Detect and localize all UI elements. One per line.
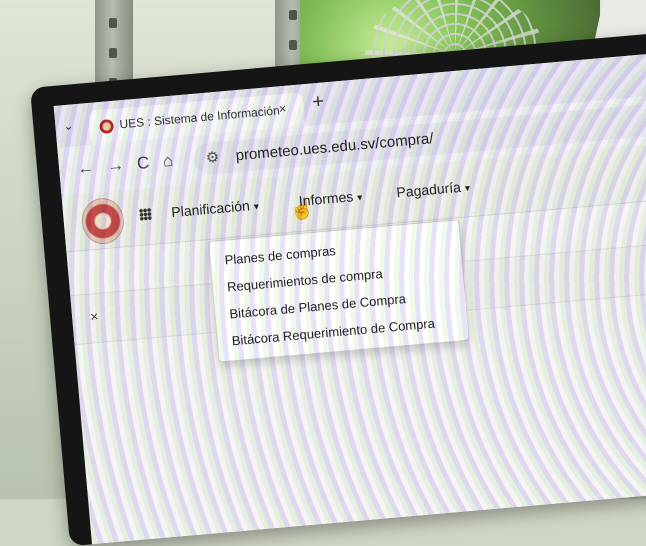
chevron-down-icon[interactable]: ⌄ xyxy=(63,118,74,133)
menu-label: Planificación xyxy=(170,197,251,221)
caret-down-icon: ▾ xyxy=(356,192,363,204)
menu-label: Pagaduría xyxy=(395,178,462,201)
back-icon[interactable]: ← xyxy=(76,158,95,179)
menu-planificacion[interactable]: Planificación ▾ xyxy=(170,197,260,221)
close-icon[interactable]: × xyxy=(89,308,99,325)
screen: ⌄ UES : Sistema de Información × + ← → C… xyxy=(53,50,646,545)
favicon-icon xyxy=(99,118,115,135)
home-icon[interactable]: ⌂ xyxy=(162,151,174,172)
forward-icon[interactable]: → xyxy=(106,155,125,176)
close-tab-button[interactable]: × xyxy=(278,101,287,117)
new-tab-button[interactable]: + xyxy=(311,90,325,114)
menu-label: Informes xyxy=(298,188,354,209)
url-text: prometeo.ues.edu.sv/compra/ xyxy=(234,130,435,165)
reload-icon[interactable]: C xyxy=(136,153,150,174)
site-settings-icon[interactable]: ⚙ xyxy=(205,148,220,167)
caret-down-icon: ▾ xyxy=(464,183,471,195)
tab-title: UES : Sistema de Información xyxy=(118,103,281,132)
apps-grid-icon[interactable] xyxy=(138,207,152,221)
menu-pagaduria[interactable]: Pagaduría ▾ xyxy=(395,178,471,201)
planificacion-dropdown: Planes de compras Requerimientos de comp… xyxy=(208,219,470,363)
monitor: ⌄ UES : Sistema de Información × + ← → C… xyxy=(30,30,646,546)
university-logo[interactable] xyxy=(79,196,126,246)
caret-down-icon: ▾ xyxy=(253,201,260,213)
menu-informes[interactable]: Informes ▾ xyxy=(298,187,363,209)
